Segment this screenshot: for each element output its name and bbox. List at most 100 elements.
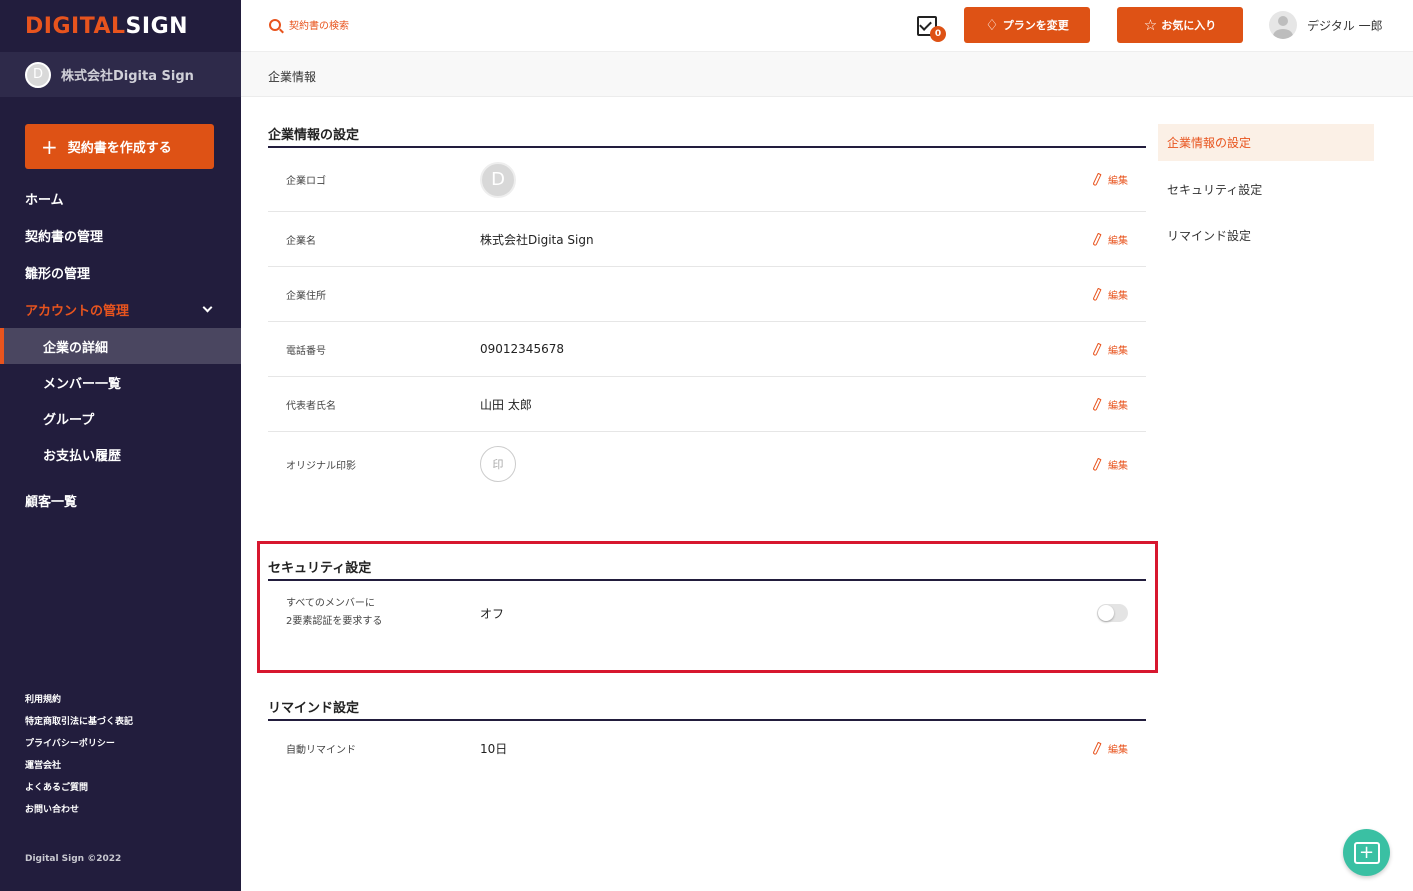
top-header: 契約書の検索 0 ♢ プランを変更 ☆ お気に入り デジタル 一郎	[241, 0, 1413, 52]
search-placeholder: 契約書の検索	[289, 21, 349, 32]
chat-plus-icon: +	[1353, 841, 1380, 864]
edit-label: 編集	[1108, 400, 1128, 412]
two-factor-label: すべてのメンバーに 2要素認証を要求する	[286, 595, 382, 631]
footer-link-privacy[interactable]: プライバシーポリシー	[25, 736, 133, 758]
sidebar-item-contracts[interactable]: 契約書の管理	[0, 217, 241, 254]
auto-remind-row: 自動リマインド 10日 編集	[268, 721, 1146, 776]
pencil-icon	[1092, 741, 1102, 756]
toggle-knob	[1098, 605, 1114, 621]
footer-link-terms[interactable]: 利用規約	[25, 692, 133, 714]
favorites-label: お気に入り	[1161, 19, 1217, 32]
star-icon: ☆	[1143, 16, 1158, 34]
phone-label: 電話番号	[286, 345, 326, 357]
pencil-icon	[1092, 172, 1102, 187]
org-switcher[interactable]: D 株式会社Digita Sign	[0, 52, 241, 97]
two-factor-label-line2: 2要素認証を要求する	[286, 616, 383, 627]
page-title: 企業情報	[268, 70, 317, 84]
create-contract-label: 契約書を作成する	[67, 141, 172, 156]
user-menu[interactable]: デジタル 一郎	[1269, 11, 1383, 39]
sidebar-item-customers[interactable]: 顧客一覧	[0, 482, 241, 519]
user-name: デジタル 一郎	[1307, 18, 1383, 33]
company-address-label: 企業住所	[286, 290, 326, 302]
edit-seal-button[interactable]: 編集	[1092, 457, 1128, 472]
remind-section: リマインド設定 自動リマインド 10日 編集	[268, 697, 1146, 776]
security-section: セキュリティ設定 すべてのメンバーに 2要素認証を要求する オフ	[268, 557, 1146, 645]
two-factor-toggle[interactable]	[1097, 604, 1128, 622]
search-icon	[269, 18, 281, 31]
app-logo[interactable]: DIGITALSIGN	[25, 14, 188, 39]
security-title: セキュリティ設定	[268, 557, 1146, 581]
user-avatar-icon	[1269, 11, 1297, 39]
seal-row: オリジナル印影 印 編集	[268, 432, 1146, 496]
edit-label: 編集	[1108, 345, 1128, 357]
representative-value: 山田 太郎	[480, 397, 532, 412]
company-logo-avatar: D	[480, 161, 516, 198]
two-factor-row: すべてのメンバーに 2要素認証を要求する オフ	[268, 581, 1146, 645]
edit-company-name-button[interactable]: 編集	[1092, 232, 1128, 247]
diamond-icon: ♢	[985, 16, 999, 34]
edit-label: 編集	[1108, 176, 1128, 187]
section-nav-company-info[interactable]: 企業情報の設定	[1158, 124, 1374, 161]
sidebar: DIGITALSIGN D 株式会社Digita Sign + 契約書を作成する…	[0, 0, 241, 891]
edit-remind-button[interactable]: 編集	[1092, 741, 1128, 756]
chevron-down-icon[interactable]	[202, 302, 213, 313]
footer-link-faq[interactable]: よくあるご質問	[25, 780, 133, 802]
company-logo-row: 企業ロゴ D 編集	[268, 148, 1146, 212]
search-input[interactable]: 契約書の検索	[269, 17, 349, 32]
chat-button[interactable]: +	[1343, 829, 1390, 876]
company-info-title: 企業情報の設定	[268, 124, 1146, 148]
pencil-icon	[1092, 287, 1102, 301]
edit-representative-button[interactable]: 編集	[1092, 397, 1128, 412]
logo-area[interactable]: DIGITALSIGN	[0, 0, 241, 52]
company-name-row: 企業名 株式会社Digita Sign 編集	[268, 212, 1146, 267]
sidebar-subitem-groups[interactable]: グループ	[0, 400, 241, 436]
section-nav-security[interactable]: セキュリティ設定	[1158, 166, 1374, 212]
change-plan-label: プランを変更	[1002, 19, 1069, 32]
org-avatar: D	[25, 61, 51, 88]
sidebar-subitem-payments[interactable]: お支払い履歴	[0, 436, 241, 472]
seal-label: オリジナル印影	[286, 460, 356, 472]
phone-value: 09012345678	[480, 342, 564, 356]
task-count-badge: 0	[930, 26, 946, 42]
task-checklist-icon[interactable]: 0	[917, 16, 946, 42]
auto-remind-value: 10日	[480, 742, 508, 756]
representative-row: 代表者氏名 山田 太郎 編集	[268, 377, 1146, 432]
checkmark-icon	[919, 18, 932, 31]
sidebar-nav: ホーム 契約書の管理 雛形の管理 アカウントの管理 企業の詳細 メンバー一覧 グ…	[0, 180, 241, 519]
page-header: 企業情報	[241, 52, 1413, 97]
edit-label: 編集	[1108, 290, 1128, 302]
two-factor-label-line1: すべてのメンバーに	[286, 598, 375, 609]
edit-address-button[interactable]: 編集	[1092, 287, 1128, 302]
remind-title: リマインド設定	[268, 697, 1146, 721]
sidebar-item-home[interactable]: ホーム	[0, 180, 241, 217]
edit-label: 編集	[1108, 235, 1128, 247]
auto-remind-label: 自動リマインド	[286, 745, 356, 756]
company-address-row: 企業住所 編集	[268, 267, 1146, 322]
footer-link-company[interactable]: 運営会社	[25, 758, 133, 780]
two-factor-value: オフ	[480, 606, 505, 621]
section-nav: 企業情報の設定 セキュリティ設定 リマインド設定	[1158, 124, 1374, 258]
pencil-icon	[1092, 342, 1102, 356]
org-name: 株式会社Digita Sign	[61, 69, 194, 84]
logo-text-digital: DIGITAL	[25, 13, 126, 39]
pencil-icon	[1092, 232, 1102, 246]
sidebar-subitem-members[interactable]: メンバー一覧	[0, 364, 241, 400]
edit-phone-button[interactable]: 編集	[1092, 342, 1128, 357]
company-name-value: 株式会社Digita Sign	[480, 232, 594, 247]
sidebar-item-templates[interactable]: 雛形の管理	[0, 254, 241, 291]
favorites-button[interactable]: ☆ お気に入り	[1117, 7, 1243, 43]
representative-label: 代表者氏名	[286, 400, 336, 412]
section-nav-remind[interactable]: リマインド設定	[1158, 212, 1374, 258]
copyright: Digital Sign ©2022	[25, 854, 122, 864]
edit-logo-button[interactable]: 編集	[1092, 172, 1128, 187]
change-plan-button[interactable]: ♢ プランを変更	[964, 7, 1090, 43]
footer-links: 利用規約 特定商取引法に基づく表記 プライバシーポリシー 運営会社 よくあるご質…	[25, 692, 133, 824]
logo-text-sign: SIGN	[125, 13, 189, 39]
footer-link-contact[interactable]: お問い合わせ	[25, 802, 133, 824]
sidebar-item-account[interactable]: アカウントの管理	[0, 291, 241, 328]
footer-link-commerce[interactable]: 特定商取引法に基づく表記	[25, 714, 133, 736]
pencil-icon	[1092, 457, 1102, 471]
sidebar-subitem-company-detail[interactable]: 企業の詳細	[0, 328, 241, 364]
phone-row: 電話番号 09012345678 編集	[268, 322, 1146, 377]
create-contract-button[interactable]: + 契約書を作成する	[25, 124, 214, 169]
